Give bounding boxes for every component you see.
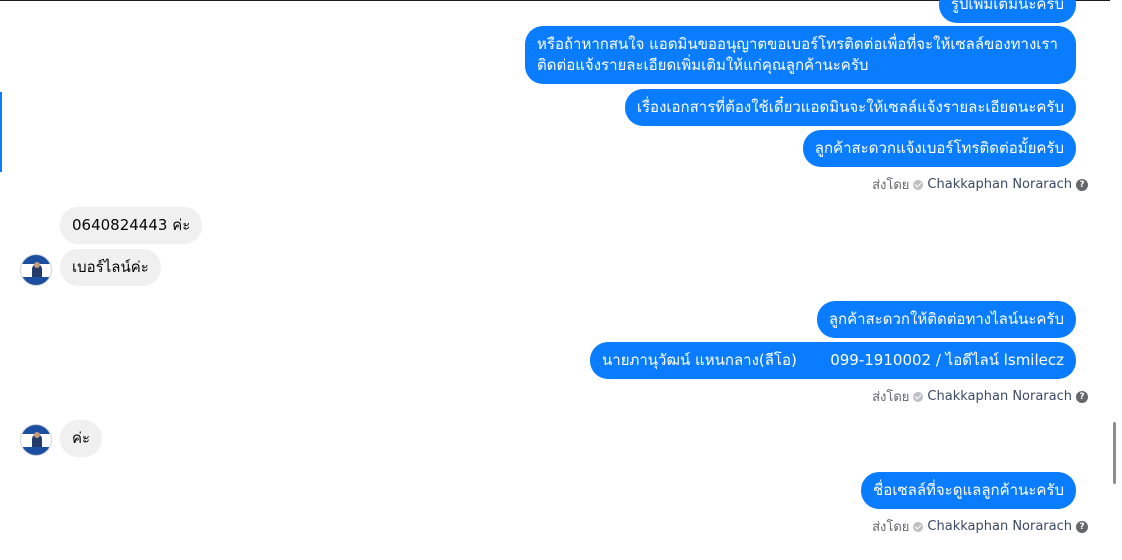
checkmark-icon xyxy=(913,179,924,190)
message-incoming[interactable]: เบอร์ไลน์ค่ะ xyxy=(60,249,161,286)
conversation-thread[interactable]: รูปเพิ่มเติมนะครับ หรือถ้าหากสนใจ แอดมิน… xyxy=(0,0,1110,560)
help-icon[interactable]: ? xyxy=(1076,390,1088,403)
message-outgoing[interactable]: ชื่อเซลล์ที่จะดูแลลูกค้านะครับ xyxy=(861,472,1076,509)
message-incoming[interactable]: ค่ะ xyxy=(60,420,103,457)
message-outgoing[interactable]: นายภานุวัฒน์ แหนกลาง(ลีโอ) 099-1910002 /… xyxy=(590,342,1076,379)
sent-by-indicator: ส่งโดย Chakkaphan Norarach ? xyxy=(872,174,1088,195)
sent-by-indicator: ส่งโดย Chakkaphan Norarach ? xyxy=(872,386,1088,407)
checkmark-icon xyxy=(913,391,924,402)
message-outgoing[interactable]: เรื่องเอกสารที่ต้องใช้เดี๋ยวแอดมินจะให้เ… xyxy=(624,89,1076,126)
sent-by-label: ส่งโดย xyxy=(872,390,910,405)
message-outgoing[interactable]: ลูกค้าสะดวกให้ติดต่อทางไลน์นะครับ xyxy=(816,301,1076,338)
sender-name: Chakkaphan Norarach xyxy=(927,177,1072,192)
message-outgoing[interactable]: หรือถ้าหากสนใจ แอดมินขออนุญาตขอเบอร์โทรต… xyxy=(525,26,1076,84)
message-outgoing[interactable]: ลูกค้าสะดวกแจ้งเบอร์โทรติดต่อมั้ยครับ xyxy=(802,130,1076,167)
help-icon[interactable]: ? xyxy=(1076,520,1088,533)
message-incoming[interactable]: 0640824443 ค่ะ xyxy=(60,207,203,244)
contact-avatar[interactable] xyxy=(20,254,52,286)
scrollbar-thumb[interactable] xyxy=(1113,422,1116,484)
help-icon[interactable]: ? xyxy=(1076,178,1088,191)
contact-avatar[interactable] xyxy=(20,424,52,456)
sender-name: Chakkaphan Norarach xyxy=(927,389,1072,404)
sender-name: Chakkaphan Norarach xyxy=(927,519,1072,534)
sent-by-label: ส่งโดย xyxy=(872,178,910,193)
checkmark-icon xyxy=(913,521,924,532)
conversation-scrollbar[interactable] xyxy=(1110,0,1122,560)
sent-by-label: ส่งโดย xyxy=(872,520,910,535)
sent-by-indicator: ส่งโดย Chakkaphan Norarach ? xyxy=(872,516,1088,537)
message-outgoing[interactable]: รูปเพิ่มเติมนะครับ xyxy=(938,0,1076,23)
